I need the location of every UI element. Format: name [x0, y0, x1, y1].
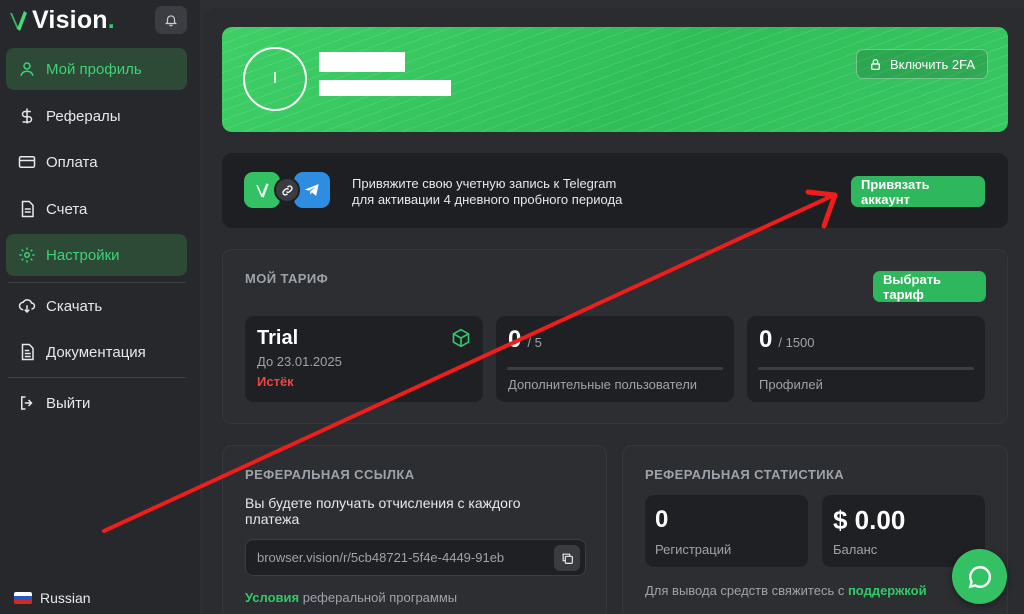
referral-terms: Условия реферальной программы — [245, 590, 458, 605]
profiles-limit: / 1500 — [778, 335, 815, 350]
profiles-tile: 0/ 1500 Профилей — [747, 316, 985, 402]
chat-icon — [968, 565, 991, 588]
redacted-email — [319, 80, 451, 96]
referral-link-title: РЕФЕРАЛЬНАЯ ССЫЛКА — [245, 467, 415, 482]
telegram-link-icons — [244, 171, 334, 209]
sidebar-item-label: Выйти — [46, 394, 91, 412]
logo[interactable]: Vision. — [8, 6, 115, 35]
plan-name: Trial — [257, 327, 299, 349]
referral-url-text: browser.vision/r/5cb48721-5f4e-4449-91eb — [257, 550, 505, 565]
bell-icon — [164, 15, 178, 27]
profiles-value: 0/ 1500 — [759, 326, 815, 353]
logout-icon — [21, 396, 33, 410]
users-limit: / 5 — [527, 335, 542, 350]
sidebar-item-label: Мой профиль — [46, 60, 142, 78]
brand-name: Vision. — [32, 6, 115, 34]
document-icon — [21, 200, 34, 218]
divider — [8, 377, 186, 378]
plan-status: Истёк — [257, 374, 294, 389]
plan-expiry: До 23.01.2025 — [257, 354, 342, 369]
balance-label: Баланс — [833, 542, 878, 557]
sidebar-item-docs[interactable]: Документация — [6, 331, 187, 373]
users-label: Дополнительные пользователи — [508, 377, 698, 392]
registrations-value: 0 — [655, 506, 669, 533]
withdraw-note: Для вывода средств свяжитесь с поддержко… — [645, 583, 927, 598]
vision-logo-icon — [10, 10, 27, 31]
referral-stats-title: РЕФЕРАЛЬНАЯ СТАТИСТИКА — [645, 467, 845, 482]
support-chat-button[interactable] — [952, 549, 1007, 604]
sidebar-item-label: Оплата — [46, 153, 98, 171]
sidebar-item-settings[interactable]: Настройки — [6, 234, 187, 276]
profiles-label: Профилей — [759, 377, 823, 392]
sidebar-item-profile[interactable]: Мой профиль — [6, 48, 187, 90]
sidebar-item-invoices[interactable]: Счета — [6, 188, 187, 230]
book-icon — [21, 343, 34, 361]
copy-button[interactable] — [554, 545, 580, 571]
gear-icon — [19, 247, 35, 263]
sidebar-item-label: Счета — [46, 200, 88, 218]
sidebar-item-label: Документация — [46, 343, 146, 361]
tariff-section-title: МОЙ ТАРИФ — [245, 271, 329, 286]
language-selector[interactable]: Russian — [14, 590, 91, 606]
referral-url-field[interactable]: browser.vision/r/5cb48721-5f4e-4449-91eb — [245, 539, 586, 576]
sidebar-item-logout[interactable]: Выйти — [6, 382, 187, 424]
enable-2fa-button[interactable]: Включить 2FA — [855, 49, 988, 79]
avatar[interactable]: I — [243, 47, 307, 111]
russian-flag-icon — [14, 592, 32, 604]
credit-card-icon — [18, 156, 36, 168]
notifications-button[interactable] — [155, 6, 187, 34]
users-progress — [507, 367, 723, 370]
dollar-icon — [21, 108, 33, 124]
sidebar-item-label: Скачать — [46, 297, 103, 315]
users-value: 0/ 5 — [508, 326, 542, 353]
sidebar-item-download[interactable]: Скачать — [6, 285, 187, 327]
link-icon — [274, 177, 300, 203]
sidebar: Vision. Мой профиль Рефералы Оплата Счет… — [0, 0, 200, 614]
choose-tariff-button[interactable]: Выбрать тариф — [873, 271, 986, 302]
telegram-description: Привяжите свою учетную запись к Telegram… — [352, 176, 623, 207]
sidebar-item-referrals[interactable]: Рефералы — [6, 95, 187, 137]
registrations-tile: 0 Регистраций — [645, 495, 808, 567]
redacted-username — [319, 52, 405, 72]
profile-banner: I Включить 2FA — [222, 27, 1008, 132]
cube-icon — [452, 328, 470, 348]
plan-tile: Trial До 23.01.2025 Истёк — [245, 316, 483, 402]
link-account-button[interactable]: Привязать аккаунт — [851, 176, 985, 207]
lock-icon — [870, 58, 880, 70]
divider — [8, 282, 186, 283]
user-icon — [20, 62, 34, 76]
referral-description: Вы будете получать отчисления с каждого … — [245, 495, 521, 527]
extra-users-tile: 0/ 5 Дополнительные пользователи — [496, 316, 734, 402]
cloud-download-icon — [18, 299, 36, 314]
sidebar-item-label: Рефералы — [46, 107, 121, 125]
sidebar-item-label: Настройки — [46, 246, 120, 264]
profiles-progress — [758, 367, 974, 370]
registrations-label: Регистраций — [655, 542, 732, 557]
copy-icon — [562, 553, 573, 564]
sidebar-item-payment[interactable]: Оплата — [6, 141, 187, 183]
balance-value: $ 0.00 — [833, 505, 906, 535]
support-link[interactable]: поддержкой — [848, 583, 927, 598]
terms-link[interactable]: Условия — [245, 590, 299, 605]
language-label: Russian — [40, 590, 91, 606]
